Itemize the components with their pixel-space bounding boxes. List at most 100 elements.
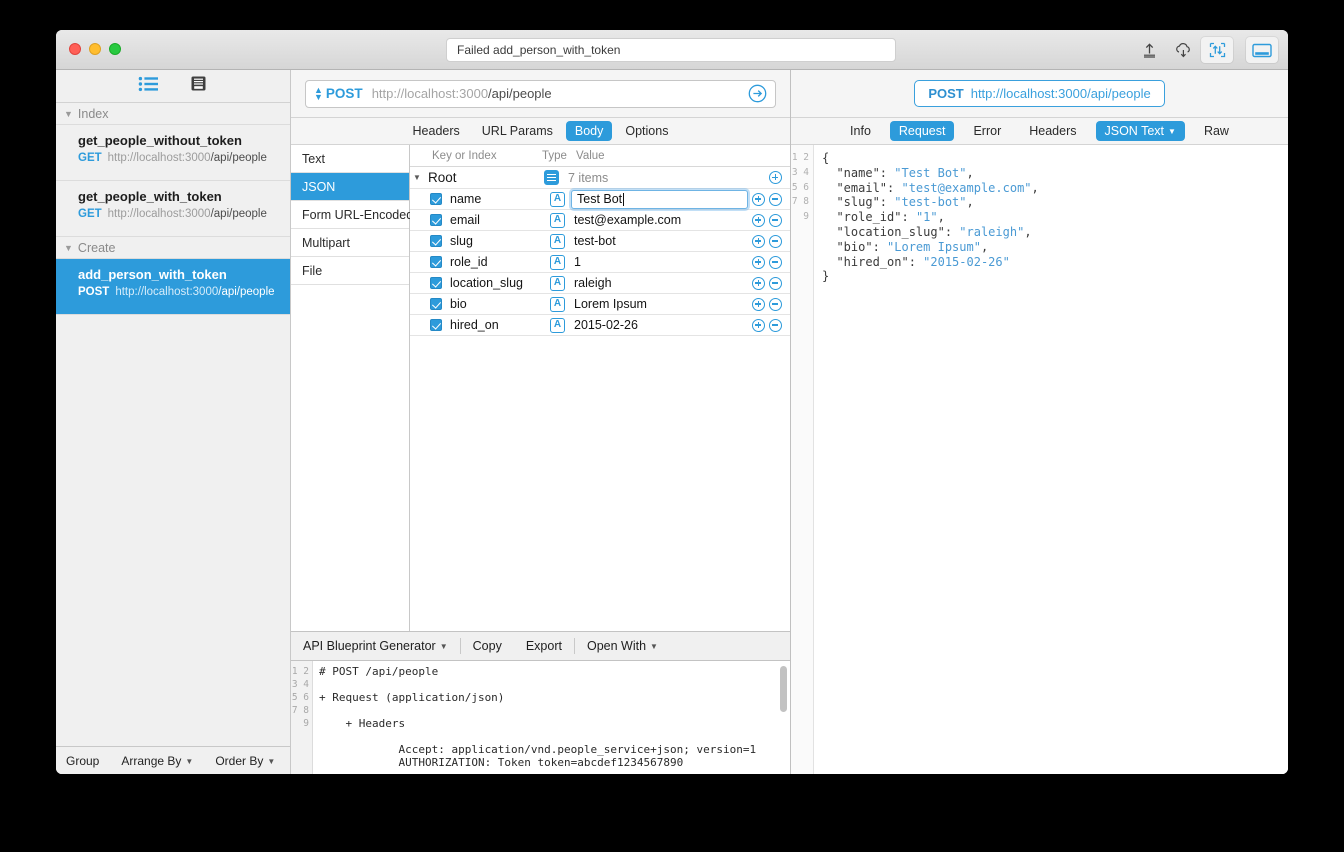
add-row-button[interactable] bbox=[752, 213, 765, 227]
row-value[interactable]: test@example.com bbox=[574, 213, 752, 227]
arrange-by-button[interactable]: Arrange By ▼ bbox=[121, 754, 193, 768]
string-type-icon[interactable]: A bbox=[550, 317, 565, 333]
list-item[interactable]: get_people_without_token GET http://local… bbox=[56, 125, 290, 181]
row-key[interactable]: name bbox=[450, 192, 550, 206]
group-button[interactable]: Group bbox=[66, 754, 99, 768]
add-row-button[interactable] bbox=[769, 171, 782, 184]
generated-code-view[interactable]: 1 2 3 4 5 6 7 8 9 # POST /api/people + R… bbox=[291, 661, 790, 774]
sidebar-group-header-index[interactable]: ▼ Index bbox=[56, 103, 290, 125]
url-input[interactable]: ▲ ▼ POST http://localhost:3000/api/people bbox=[305, 79, 776, 108]
row-value[interactable]: raleigh bbox=[574, 276, 752, 290]
tab-options[interactable]: Options bbox=[616, 121, 677, 141]
share-icon[interactable] bbox=[1133, 37, 1165, 63]
remove-row-button[interactable] bbox=[769, 297, 782, 311]
row-checkbox[interactable] bbox=[430, 256, 442, 268]
toggle-panel-icon[interactable] bbox=[1246, 37, 1278, 63]
request-method-label[interactable]: POST bbox=[326, 86, 363, 101]
row-value[interactable]: 1 bbox=[574, 255, 752, 269]
row-checkbox[interactable] bbox=[430, 193, 442, 205]
table-row[interactable]: email A test@example.com bbox=[410, 210, 790, 231]
tab-headers[interactable]: Headers bbox=[1020, 121, 1085, 141]
tab-error[interactable]: Error bbox=[964, 121, 1010, 141]
tab-info[interactable]: Info bbox=[841, 121, 880, 141]
open-with-button[interactable]: Open With ▼ bbox=[575, 639, 670, 653]
string-type-icon[interactable]: A bbox=[550, 296, 565, 312]
table-row-root[interactable]: ▼ Root 7 items bbox=[410, 167, 790, 189]
tab-json-text[interactable]: JSON Text ▼ bbox=[1095, 121, 1185, 141]
minimize-window-button[interactable] bbox=[89, 43, 101, 55]
list-item-selected[interactable]: add_person_with_token POST http://localho… bbox=[56, 259, 290, 315]
row-checkbox[interactable] bbox=[430, 235, 442, 247]
archive-icon[interactable] bbox=[189, 75, 208, 97]
body-type-form-url-encoded[interactable]: Form URL-Encoded bbox=[291, 201, 413, 229]
table-row[interactable]: hired_on A 2015-02-26 bbox=[410, 315, 790, 336]
remove-row-button[interactable] bbox=[769, 192, 782, 206]
request-title-field[interactable]: Failed add_person_with_token bbox=[446, 38, 896, 62]
row-key[interactable]: slug bbox=[450, 234, 550, 248]
import-icon[interactable] bbox=[1201, 37, 1233, 63]
order-by-button[interactable]: Order By ▼ bbox=[215, 754, 275, 768]
row-checkbox[interactable] bbox=[430, 214, 442, 226]
row-value[interactable]: Lorem Ipsum bbox=[574, 297, 752, 311]
string-type-icon[interactable]: A bbox=[550, 254, 565, 270]
add-row-button[interactable] bbox=[752, 297, 765, 311]
scrollbar-thumb[interactable] bbox=[780, 666, 787, 712]
remove-row-button[interactable] bbox=[769, 234, 782, 248]
add-row-button[interactable] bbox=[752, 234, 765, 248]
list-item[interactable]: get_people_with_token GET http://localhos… bbox=[56, 181, 290, 237]
string-type-icon[interactable]: A bbox=[550, 275, 565, 291]
method-stepper-icon[interactable]: ▲ ▼ bbox=[314, 85, 323, 101]
close-window-button[interactable] bbox=[69, 43, 81, 55]
copy-button[interactable]: Copy bbox=[461, 639, 514, 653]
remove-row-button[interactable] bbox=[769, 213, 782, 227]
body-type-text[interactable]: Text bbox=[291, 145, 409, 173]
response-url-badge[interactable]: POST http://localhost:3000/api/people bbox=[914, 80, 1165, 107]
tab-url-params[interactable]: URL Params bbox=[473, 121, 562, 141]
table-row[interactable]: slug A test-bot bbox=[410, 231, 790, 252]
remove-row-button[interactable] bbox=[769, 276, 782, 290]
disclosure-triangle-icon[interactable]: ▼ bbox=[410, 173, 424, 182]
remove-row-button[interactable] bbox=[769, 318, 782, 332]
add-row-button[interactable] bbox=[752, 255, 765, 269]
code-content[interactable]: # POST /api/people + Request (applicatio… bbox=[313, 661, 790, 774]
generator-select[interactable]: API Blueprint Generator ▼ bbox=[291, 639, 460, 653]
table-row[interactable]: role_id A 1 bbox=[410, 252, 790, 273]
zoom-window-button[interactable] bbox=[109, 43, 121, 55]
row-key[interactable]: bio bbox=[450, 297, 550, 311]
body-type-json[interactable]: JSON bbox=[291, 173, 409, 201]
row-checkbox[interactable] bbox=[430, 319, 442, 331]
add-row-button[interactable] bbox=[752, 276, 765, 290]
table-row[interactable]: bio A Lorem Ipsum bbox=[410, 294, 790, 315]
row-value[interactable]: test-bot bbox=[574, 234, 752, 248]
tab-raw[interactable]: Raw bbox=[1195, 121, 1238, 141]
tab-body[interactable]: Body bbox=[565, 121, 613, 141]
row-checkbox[interactable] bbox=[430, 277, 442, 289]
sidebar-group-header-create[interactable]: ▼ Create bbox=[56, 237, 290, 259]
send-arrow-icon[interactable] bbox=[748, 84, 767, 103]
object-type-icon[interactable] bbox=[544, 170, 559, 185]
add-row-button[interactable] bbox=[752, 192, 765, 206]
list-view-icon[interactable] bbox=[138, 76, 159, 97]
row-key[interactable]: role_id bbox=[450, 255, 550, 269]
request-list[interactable]: ▼ Index get_people_without_token GET http… bbox=[56, 103, 290, 746]
string-type-icon[interactable]: A bbox=[550, 212, 565, 228]
response-json-content[interactable]: { "name": "Test Bot", "email": "test@exa… bbox=[814, 145, 1288, 774]
remove-row-button[interactable] bbox=[769, 255, 782, 269]
tab-headers[interactable]: Headers bbox=[404, 121, 469, 141]
row-value[interactable]: 2015-02-26 bbox=[574, 318, 752, 332]
cloud-sync-icon[interactable] bbox=[1167, 37, 1199, 63]
tab-request[interactable]: Request bbox=[889, 121, 955, 141]
row-key[interactable]: email bbox=[450, 213, 550, 227]
body-type-file[interactable]: File bbox=[291, 257, 409, 285]
body-type-multipart[interactable]: Multipart bbox=[291, 229, 409, 257]
row-key[interactable]: location_slug bbox=[450, 276, 550, 290]
row-checkbox[interactable] bbox=[430, 298, 442, 310]
table-row[interactable]: name A Test Bot bbox=[410, 189, 790, 210]
add-row-button[interactable] bbox=[752, 318, 765, 332]
string-type-icon[interactable]: A bbox=[550, 233, 565, 249]
string-type-icon[interactable]: A bbox=[550, 191, 565, 207]
row-value-input-focused[interactable]: Test Bot bbox=[571, 189, 748, 209]
export-button[interactable]: Export bbox=[514, 639, 574, 653]
row-key[interactable]: hired_on bbox=[450, 318, 550, 332]
table-row[interactable]: location_slug A raleigh bbox=[410, 273, 790, 294]
